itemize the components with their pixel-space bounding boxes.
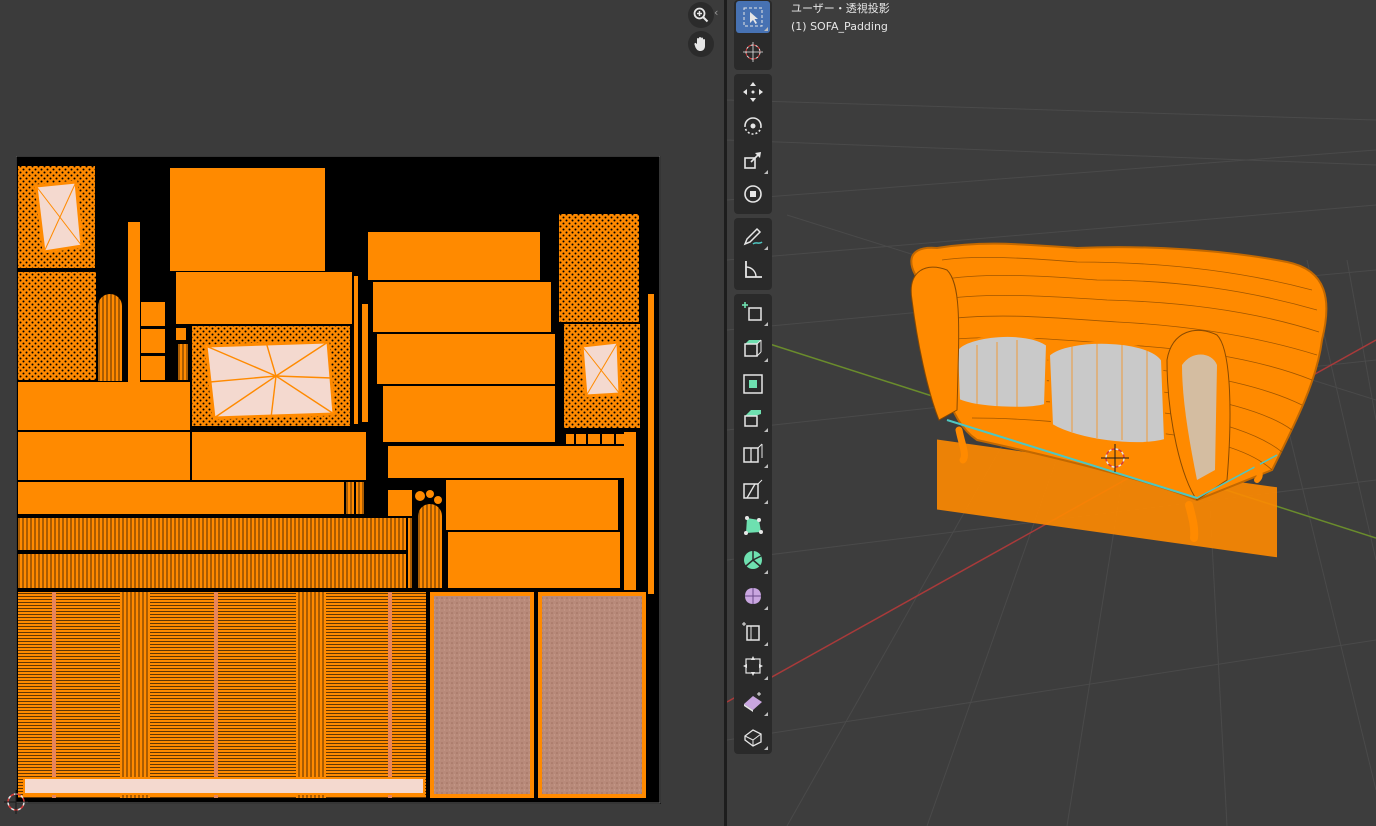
shear-icon[interactable]	[736, 686, 770, 718]
rip-region-icon[interactable]	[736, 720, 770, 752]
hand-pan-icon[interactable]	[688, 31, 714, 57]
uv-editor-panel[interactable]: ‹	[0, 0, 724, 826]
bevel-icon[interactable]	[736, 402, 770, 434]
tool-group-select	[734, 0, 772, 70]
knife-icon[interactable]	[736, 474, 770, 506]
shrink-fatten-icon[interactable]	[736, 650, 770, 682]
uv-cursor-icon[interactable]	[4, 790, 28, 814]
transform-icon[interactable]	[736, 178, 770, 210]
tool-shelf	[734, 0, 772, 754]
spin-icon[interactable]	[736, 544, 770, 576]
poly-build-icon[interactable]	[736, 510, 770, 542]
annotate-icon[interactable]	[736, 220, 770, 252]
uv-layout-canvas[interactable]	[16, 156, 661, 804]
rotate-icon[interactable]	[736, 110, 770, 142]
smooth-icon[interactable]	[736, 580, 770, 612]
scale-icon[interactable]	[736, 144, 770, 176]
view-title: ユーザー・透視投影	[791, 2, 890, 15]
viewport-header: ユーザー・透視投影 (1) SOFA_Padding	[791, 0, 890, 36]
move-icon[interactable]	[736, 76, 770, 108]
measure-icon[interactable]	[736, 254, 770, 286]
viewport-scene	[727, 99, 1376, 826]
tool-group-annotate	[734, 218, 772, 290]
select-box-icon[interactable]	[736, 1, 770, 33]
add-cube-icon[interactable]	[736, 296, 770, 328]
zoom-icon[interactable]	[688, 2, 714, 28]
extrude-region-icon[interactable]	[736, 332, 770, 364]
object-info: (1) SOFA_Padding	[791, 20, 888, 33]
cursor-icon[interactable]	[736, 36, 770, 68]
tool-group-transform	[734, 74, 772, 214]
collapse-arrow-icon[interactable]: ‹	[714, 6, 718, 19]
3d-viewport[interactable]: ユーザー・透視投影 (1) SOFA_Padding	[727, 0, 1376, 826]
sofa-model	[910, 242, 1328, 558]
loop-cut-icon[interactable]	[736, 438, 770, 470]
tool-group-mesh	[734, 294, 772, 754]
inset-faces-icon[interactable]	[736, 368, 770, 400]
edge-slide-icon[interactable]	[736, 616, 770, 648]
